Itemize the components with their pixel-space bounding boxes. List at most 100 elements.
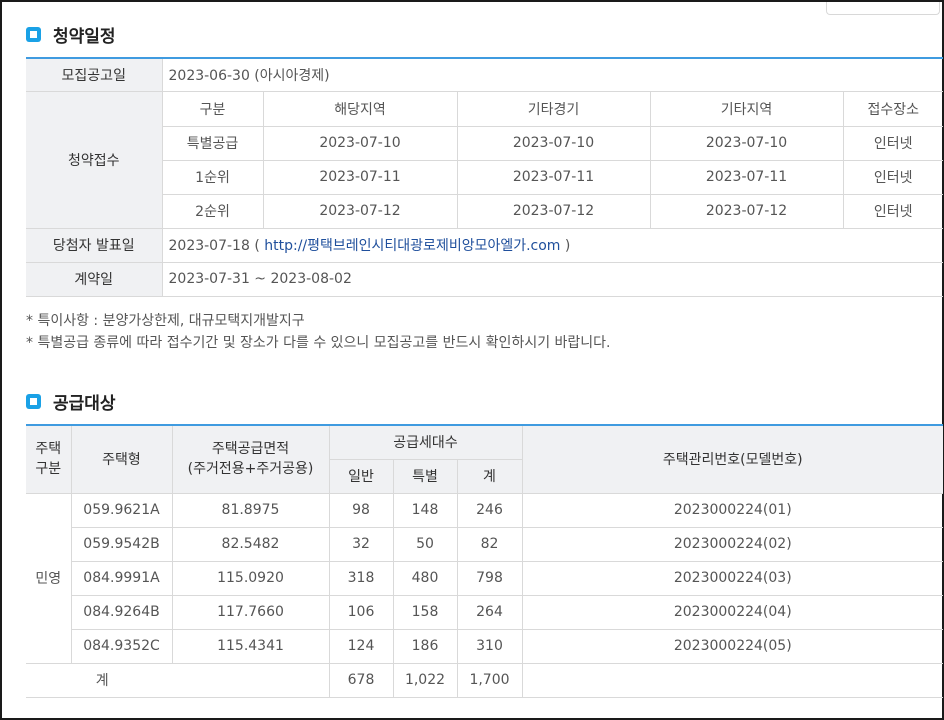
category-cell: 민영 [26,492,72,664]
total-label: 계 [26,662,330,698]
winner-row: 당첨자 발표일 2023-07-18 ( http://평택브레인시티대광로제비… [26,227,943,263]
sub-row-first: 1순위 2023-07-11 2023-07-11 2023-07-11 인터넷 [26,159,943,195]
announce-label: 모집공고일 [26,57,163,92]
sub-cell: 2023-07-12 [262,193,458,229]
winner-date: 2023-07-18 [168,238,250,254]
mgmt-cell: 2023000224(04) [521,594,943,630]
total-row: 계 678 1,022 1,700 [26,662,943,698]
sum-cell: 798 [456,560,523,596]
paren-open: ( [254,238,260,254]
mgmt-cell: 2023000224(03) [521,560,943,596]
contract-label: 계약일 [26,261,163,297]
general-cell: 318 [328,560,394,596]
area-cell: 82.5482 [171,526,330,562]
sub-cell: 2023-07-11 [649,159,844,195]
sub-cell: 2023-07-12 [649,193,844,229]
header-category-line-1: 주택 [35,441,62,458]
type-cell: 084.9991A [70,560,173,596]
mgmt-cell: 2023000224(02) [521,526,943,562]
header-category-line-2: 구분 [35,461,62,478]
sub-cell: 1순위 [162,159,264,195]
sub-cell: 2023-07-10 [262,125,458,161]
type-cell: 059.9542B [70,526,173,562]
special-cell: 148 [392,492,458,528]
header-category: 주택 구분 [26,424,72,494]
header-mgmt: 주택관리번호(모델번호) [521,424,943,494]
general-cell: 124 [328,628,394,664]
winner-link[interactable]: http://평택브레인시티대광로제비앙모아엘가.com [264,238,560,254]
special-cell: 186 [392,628,458,664]
area-cell: 115.4341 [171,628,330,664]
note-line: * 특별공급 종류에 따라 접수기간 및 장소가 다를 수 있으니 모집공고를 … [26,335,611,351]
table-row: 084.9352C 115.4341 124 186 310 202300022… [26,628,943,664]
general-cell: 98 [328,492,394,528]
schedule-table: 모집공고일 2023-06-30 (아시아경제) 청약접수 구분 해당지역 기타… [26,57,943,297]
subscription-label: 청약접수 [26,90,163,229]
header-sum: 계 [456,458,522,494]
table-row: 059.9542B 82.5482 32 50 82 2023000224(02… [26,526,943,562]
winner-label: 당첨자 발표일 [26,227,163,263]
mgmt-cell: 2023000224(01) [521,492,943,528]
table-row: 084.9264B 117.7660 106 158 264 202300022… [26,594,943,630]
sub-row-second: 2순위 2023-07-12 2023-07-12 2023-07-12 인터넷 [26,193,943,229]
section-title-schedule: 청약일정 [26,22,116,47]
type-cell: 059.9621A [70,492,173,528]
header-type: 주택형 [70,424,173,494]
sub-header: 해당지역 [262,90,458,127]
notes: * 특이사항 : 분양가상한제, 대규모택지개발지구 * 특별공급 종류에 따라… [26,310,611,354]
area-cell: 115.0920 [171,560,330,596]
special-cell: 158 [392,594,458,630]
header-area-line-1: 주택공급면적 [211,441,290,458]
table-row: 민영 059.9621A 81.8975 98 148 246 20230002… [26,492,943,664]
subscription-header-row: 청약접수 구분 해당지역 기타경기 기타지역 접수장소 [26,90,943,229]
sum-cell: 82 [456,526,523,562]
sub-cell: 2023-07-12 [456,193,651,229]
sub-header: 접수장소 [842,90,943,127]
sum-cell: 310 [456,628,523,664]
sub-cell: 2023-07-11 [262,159,458,195]
sub-cell: 특별공급 [162,125,264,161]
total-general: 678 [328,662,394,698]
sub-header: 기타경기 [456,90,651,127]
sub-cell: 2023-07-10 [649,125,844,161]
header-area-line-2: (주거전용+주거공용) [187,461,314,478]
sub-header: 기타지역 [649,90,844,127]
special-cell: 480 [392,560,458,596]
general-cell: 106 [328,594,394,630]
supply-title: 공급대상 [53,394,116,414]
area-cell: 81.8975 [171,492,330,528]
header-general: 일반 [328,458,394,494]
special-cell: 50 [392,526,458,562]
table-row: 084.9991A 115.0920 318 480 798 202300022… [26,560,943,596]
supply-table: 주택 구분 주택형 주택공급면적 (주거전용+주거공용) 공급세대수 주택관리번… [26,424,943,698]
sub-cell: 인터넷 [842,125,943,161]
paren-close: ) [564,238,571,254]
total-sum: 1,700 [456,662,523,698]
contract-value: 2023-07-31 ~ 2023-08-02 [161,261,943,297]
schedule-title: 청약일정 [53,27,116,47]
sub-row-special: 특별공급 2023-07-10 2023-07-10 2023-07-10 인터… [26,125,943,161]
general-cell: 32 [328,526,394,562]
winner-value: 2023-07-18 ( http://평택브레인시티대광로제비앙모아엘가.co… [161,227,943,263]
sum-cell: 264 [456,594,523,630]
total-mgmt [521,662,943,698]
total-special: 1,022 [392,662,458,698]
sub-cell: 2023-07-10 [456,125,651,161]
header-area: 주택공급면적 (주거전용+주거공용) [171,424,330,494]
mgmt-cell: 2023000224(05) [521,628,943,664]
type-cell: 084.9352C [70,628,173,664]
sum-cell: 246 [456,492,523,528]
square-bullet-icon [26,27,41,42]
sub-cell: 2023-07-11 [456,159,651,195]
header-special: 특별 [392,458,458,494]
note-line: * 특이사항 : 분양가상한제, 대규모택지개발지구 [26,313,305,329]
area-cell: 117.7660 [171,594,330,630]
sub-cell: 인터넷 [842,159,943,195]
top-tab-box [826,2,940,15]
announce-value: 2023-06-30 (아시아경제) [161,57,943,92]
sub-header: 구분 [161,90,264,127]
sub-cell: 2순위 [162,193,264,229]
type-cell: 084.9264B [70,594,173,630]
square-bullet-icon [26,394,41,409]
sub-cell: 인터넷 [842,193,943,229]
